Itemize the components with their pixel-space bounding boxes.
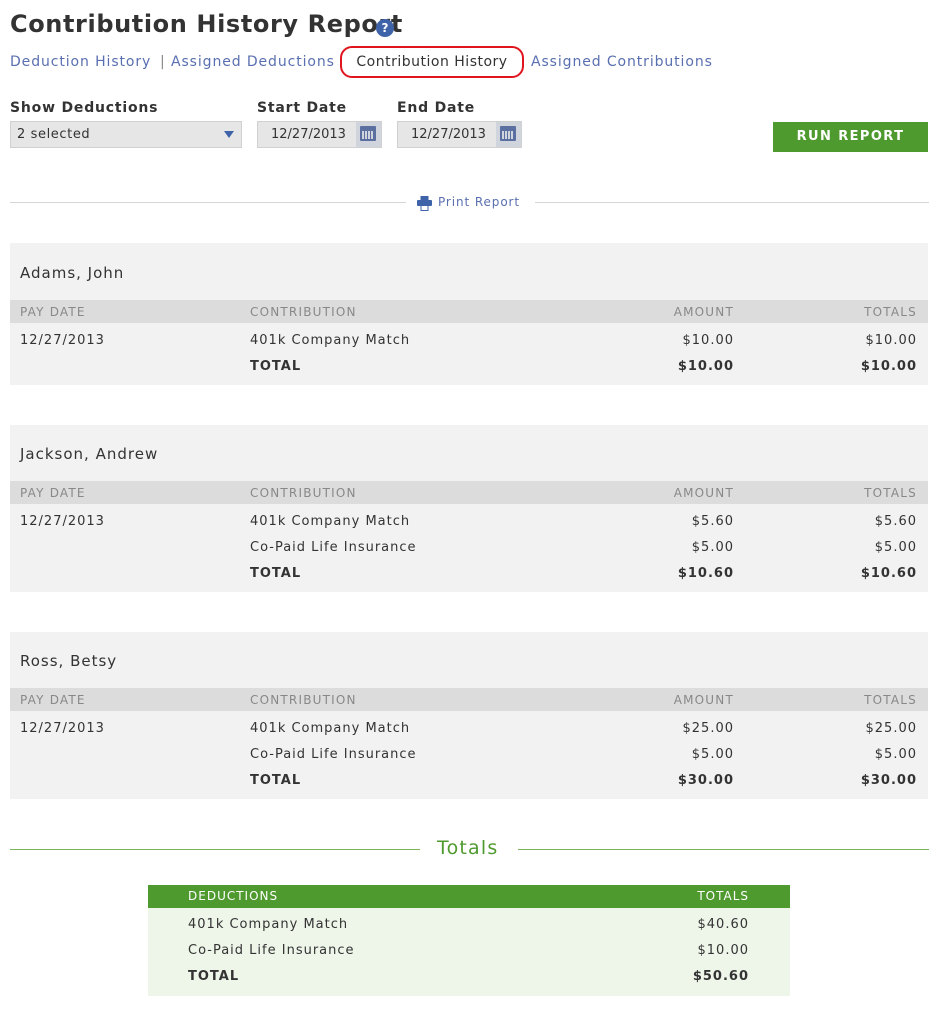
col-totals: TOTALS: [864, 486, 917, 500]
col-amount: AMOUNT: [673, 305, 734, 319]
total-amount: $30.00: [677, 773, 734, 788]
employee-name: Ross, Betsy: [20, 652, 118, 670]
col-totals: TOTALS: [697, 889, 749, 903]
totals-table: DEDUCTIONS TOTALS 401k Company Match $40…: [148, 885, 790, 996]
calendar-icon[interactable]: [356, 122, 381, 147]
amount-cell: $5.00: [691, 747, 734, 762]
totals-table-header: DEDUCTIONS TOTALS: [148, 885, 790, 908]
help-icon[interactable]: ?: [376, 19, 394, 37]
contribution-cell: 401k Company Match: [250, 721, 411, 736]
divider: [518, 849, 929, 850]
pay-date-cell: 12/27/2013: [20, 514, 105, 529]
pay-date-cell: 12/27/2013: [20, 721, 105, 736]
amount-cell: $5.60: [691, 514, 734, 529]
contribution-cell: Co-Paid Life Insurance: [250, 747, 417, 762]
col-pay-date: PAY DATE: [20, 693, 86, 707]
show-deductions-value: 2 selected: [17, 127, 91, 142]
total-cell: $5.00: [874, 540, 917, 555]
calendar-icon[interactable]: [496, 122, 521, 147]
end-date-input[interactable]: 12/27/2013: [397, 121, 522, 148]
show-deductions-select[interactable]: 2 selected: [10, 121, 242, 148]
print-report-label: Print Report: [438, 195, 520, 209]
nav-assigned-contributions[interactable]: Assigned Contributions: [531, 54, 713, 70]
table-header: PAY DATE CONTRIBUTION AMOUNT TOTALS: [10, 481, 928, 504]
table-header: PAY DATE CONTRIBUTION AMOUNT TOTALS: [10, 688, 928, 711]
nav-deduction-history[interactable]: Deduction History: [10, 54, 151, 70]
pay-date-cell: 12/27/2013: [20, 333, 105, 348]
deduction-name: 401k Company Match: [188, 917, 349, 932]
employee-card: Adams, John PAY DATE CONTRIBUTION AMOUNT…: [10, 243, 928, 385]
total-total: $10.60: [860, 566, 917, 581]
total-cell: $5.00: [874, 747, 917, 762]
page-title: Contribution History Report: [10, 10, 403, 38]
employee-card: Jackson, Andrew PAY DATE CONTRIBUTION AM…: [10, 425, 928, 592]
col-contribution: CONTRIBUTION: [250, 486, 357, 500]
chevron-down-icon: [224, 131, 234, 138]
contribution-cell: 401k Company Match: [250, 514, 411, 529]
nav-assigned-deductions[interactable]: Assigned Deductions: [171, 54, 335, 70]
amount-cell: $5.00: [691, 540, 734, 555]
start-date-value: 12/27/2013: [271, 127, 346, 142]
contribution-cell: 401k Company Match: [250, 333, 411, 348]
grand-total-label: TOTAL: [188, 969, 240, 984]
nav-contribution-history-active[interactable]: Contribution History: [340, 46, 524, 78]
end-date-label: End Date: [397, 100, 476, 116]
total-total: $30.00: [860, 773, 917, 788]
show-deductions-label: Show Deductions: [10, 100, 159, 116]
col-contribution: CONTRIBUTION: [250, 305, 357, 319]
employee-name: Adams, John: [20, 264, 125, 282]
deduction-total: $40.60: [697, 917, 749, 932]
grand-total-value: $50.60: [692, 969, 749, 984]
total-total: $10.00: [860, 359, 917, 374]
amount-cell: $25.00: [682, 721, 734, 736]
col-deductions: DEDUCTIONS: [188, 889, 279, 903]
employee-name: Jackson, Andrew: [20, 445, 159, 463]
total-cell: $10.00: [865, 333, 917, 348]
end-date-value: 12/27/2013: [411, 127, 486, 142]
col-totals: TOTALS: [864, 305, 917, 319]
total-cell: $5.60: [874, 514, 917, 529]
total-amount: $10.60: [677, 566, 734, 581]
totals-heading: Totals: [437, 837, 499, 859]
contribution-cell: Co-Paid Life Insurance: [250, 540, 417, 555]
divider: [10, 849, 420, 850]
col-pay-date: PAY DATE: [20, 305, 86, 319]
total-amount: $10.00: [677, 359, 734, 374]
start-date-input[interactable]: 12/27/2013: [257, 121, 382, 148]
run-report-button[interactable]: RUN REPORT: [773, 122, 928, 152]
col-contribution: CONTRIBUTION: [250, 693, 357, 707]
printer-icon: [417, 196, 432, 211]
amount-cell: $10.00: [682, 333, 734, 348]
deduction-total: $10.00: [697, 943, 749, 958]
total-label: TOTAL: [250, 359, 302, 374]
col-amount: AMOUNT: [673, 693, 734, 707]
col-amount: AMOUNT: [673, 486, 734, 500]
divider: [535, 202, 929, 203]
col-pay-date: PAY DATE: [20, 486, 86, 500]
start-date-label: Start Date: [257, 100, 347, 116]
deduction-name: Co-Paid Life Insurance: [188, 943, 355, 958]
total-label: TOTAL: [250, 773, 302, 788]
divider: [10, 202, 406, 203]
table-header: PAY DATE CONTRIBUTION AMOUNT TOTALS: [10, 300, 928, 323]
nav-separator: |: [160, 54, 165, 70]
col-totals: TOTALS: [864, 693, 917, 707]
employee-card: Ross, Betsy PAY DATE CONTRIBUTION AMOUNT…: [10, 632, 928, 799]
total-label: TOTAL: [250, 566, 302, 581]
total-cell: $25.00: [865, 721, 917, 736]
